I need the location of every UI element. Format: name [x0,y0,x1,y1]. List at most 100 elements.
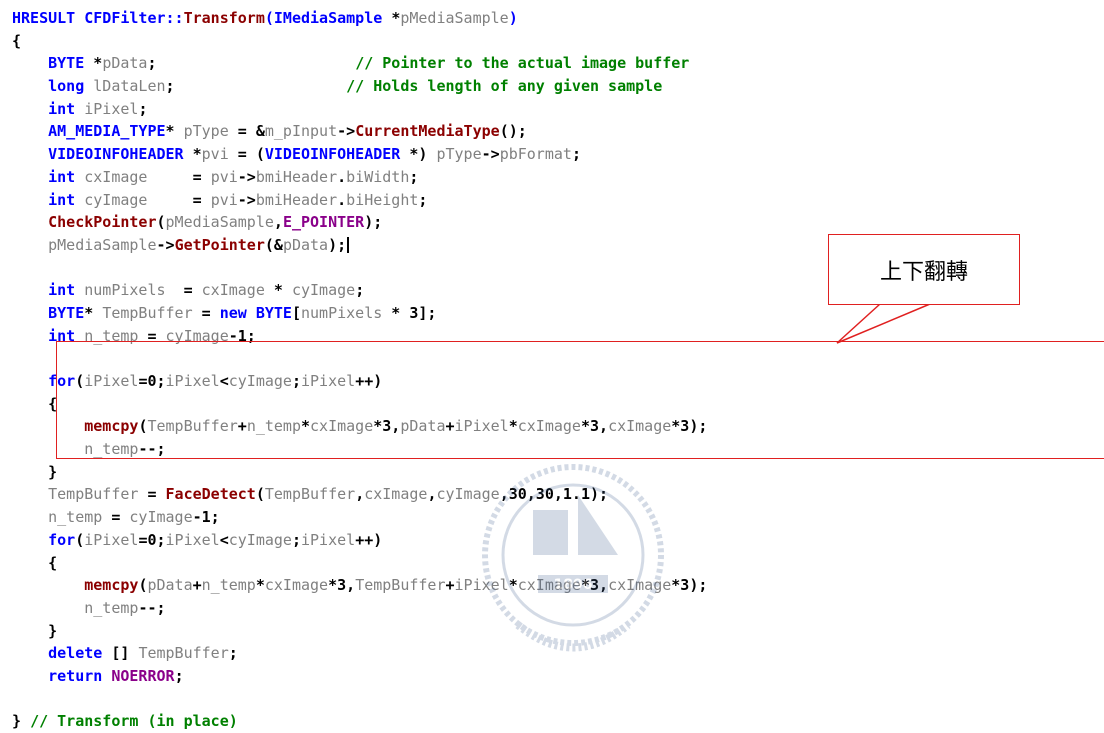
code-token: ; [165,77,347,96]
code-token: pbFormat [499,145,572,164]
code-line[interactable]: BYTE *pData; // Pointer to the actual im… [12,52,707,75]
code-token: = & [228,122,265,141]
code-token: (& [264,235,283,254]
code-token: --; [138,598,166,617]
code-token: TempBuffer [264,485,356,504]
code-token: int [48,167,85,186]
code-token: TempBuffer [355,576,446,595]
callout-box: 上下翻轉 [828,234,1020,305]
code-token: } [48,462,58,481]
code-token: biWidth [346,167,410,186]
code-token: * [264,281,292,300]
code-token: = [102,508,130,527]
code-token: ) [508,9,518,27]
code-line[interactable]: { [12,30,707,53]
code-token: pData [102,54,148,73]
code-token: *3, [328,576,356,595]
code-line[interactable]: HRESULT CFDFilter::Transform(IMediaSampl… [12,7,707,30]
code-token: biHeight [346,190,419,209]
code-token: ; [138,99,148,118]
code-line[interactable]: int cxImage = pvi->bmiHeader.biWidth; [12,166,707,189]
code-line[interactable]: VIDEOINFOHEADER *pvi = (VIDEOINFOHEADER … [12,143,707,166]
code-token: pData [147,576,193,595]
code-token: pvi [201,145,229,164]
code-token: delete [48,644,112,663]
code-token: int [48,99,85,118]
code-token: bmiHeader [255,167,338,186]
code-line[interactable]: int iPixel; [12,98,707,121]
code-line[interactable]: CheckPointer(pMediaSample,E_POINTER); [12,211,707,234]
code-token: new BYTE [219,303,292,322]
code-token: n_temp [201,576,256,595]
code-token: memcpy [84,576,139,595]
code-token: cxImage [201,281,265,300]
code-token: ); [364,213,383,232]
code-token: -> [337,122,356,141]
code-token: cyImage [291,281,356,300]
code-token: * [165,122,184,141]
code-token: HRESULT CFDFilter:: [12,9,184,27]
code-token: long [48,77,94,96]
code-token: * [84,303,103,322]
code-token: Transform [183,9,265,27]
code-token: . [337,167,347,186]
code-token: cxImage [264,576,329,595]
code-token: { [48,553,58,572]
code-line[interactable]: int numPixels = cxImage * cyImage; [12,279,707,302]
code-token: ; [228,644,238,663]
code-token: [] [111,644,139,663]
code-token: for [48,530,76,549]
code-line[interactable]: BYTE* TempBuffer = new BYTE[numPixels * … [12,302,707,325]
code-token: = ( [228,145,265,164]
code-token: } [12,712,31,731]
code-token: ; [174,666,184,685]
code-token: = [165,281,202,300]
code-token: = [147,190,211,209]
code-line[interactable] [12,688,707,711]
code-token: // Pointer to the actual image buffer [355,54,690,73]
code-line[interactable]: int cyImage = pvi->bmiHeader.biHeight; [12,189,707,212]
code-token: ( [75,530,85,549]
code-token: pvi [210,190,238,209]
code-token: + [445,576,455,595]
code-token: return [48,666,112,685]
code-token: pMediaSample [48,235,157,254]
code-line[interactable] [12,257,707,280]
code-token: CurrentMediaType [355,122,500,141]
code-token: n_temp [84,598,139,617]
code-token: TempBuffer [48,485,139,504]
code-token: VIDEOINFOHEADER [48,145,193,164]
flip-loop-highlight [56,341,1104,459]
seal-year: 1896 [554,577,593,593]
code-token: iPixel [165,530,220,549]
code-token: BYTE [48,54,94,73]
code-line[interactable]: pMediaSample->GetPointer(&pData); [12,234,707,257]
code-token: -> [481,145,500,164]
code-token: ( [156,213,166,232]
code-line[interactable]: AM_MEDIA_TYPE* pType = &m_pInput->Curren… [12,120,707,143]
code-line[interactable]: } // Transform (in place) [12,710,707,733]
code-token: m_pInput [264,122,338,141]
code-token: * [391,9,401,27]
code-token: { [12,31,22,50]
code-token: ; [147,54,356,73]
code-token: AM_MEDIA_TYPE [48,122,166,141]
code-token: * 3]; [382,303,437,322]
code-token: ; [418,190,428,209]
code-line[interactable]: long lDataLen; // Holds length of any gi… [12,75,707,98]
code-token: FaceDetect [165,485,256,504]
university-seal-icon: 1896 [482,464,664,652]
